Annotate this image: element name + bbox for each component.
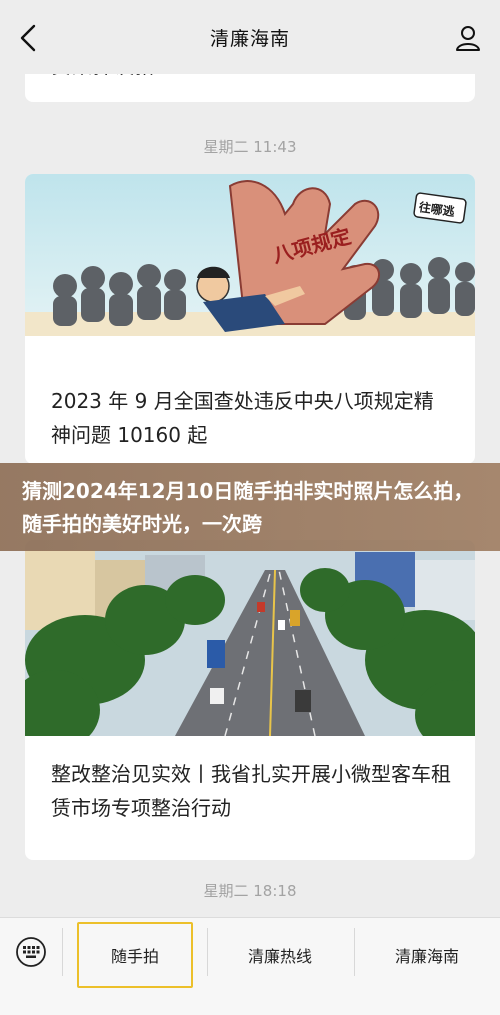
menu-item-qinglian-hainan[interactable]: 清廉海南 (356, 922, 498, 988)
article-title: 2023 年 9 月全国查处违反中央八项规定精神问题 10160 起 (51, 389, 434, 447)
keyboard-toggle-button[interactable] (15, 936, 47, 968)
article-illustration: 八项规定 往哪逃 (25, 174, 475, 336)
message-timestamp: 星期二 18:18 (203, 882, 297, 900)
road-photo (25, 540, 475, 736)
profile-button[interactable] (450, 20, 486, 56)
article-title: 整改整治见实效丨我省扎实开展小微型客车租赁市场专项整治行动 (51, 762, 451, 820)
divider (62, 928, 63, 976)
divider (354, 928, 355, 976)
article-card[interactable]: 整改整治见实效丨我省扎实开展小微型客车租赁市场专项整治行动 (25, 540, 475, 860)
menu-item-suishoupai[interactable]: 随手拍 (77, 922, 193, 988)
back-button[interactable] (10, 18, 46, 58)
person-icon (456, 26, 480, 51)
chevron-left-icon (20, 24, 36, 52)
banner-headline: 猜测2024年12月10日随手拍非实时照片怎么拍，随手拍的美好时光，一次跨 (22, 479, 474, 536)
top-navigation-bar: 清廉海南 (0, 0, 500, 74)
menu-item-hotline[interactable]: 清廉热线 (210, 922, 350, 988)
article-card[interactable]: 八项规定 往哪逃 2023 年 9 月全国查处违反中央八项规定精神问题 1016… (25, 174, 475, 464)
divider (207, 928, 208, 976)
bottom-menu-bar: 随手拍 清廉热线 清廉海南 (0, 917, 500, 1015)
message-timestamp: 星期二 11:43 (203, 138, 297, 156)
keyboard-icon (16, 937, 46, 967)
page-title: 清廉海南 (209, 27, 290, 50)
overlay-banner: 猜测2024年12月10日随手拍非实时照片怎么拍，随手拍的美好时光，一次跨 (0, 463, 500, 551)
